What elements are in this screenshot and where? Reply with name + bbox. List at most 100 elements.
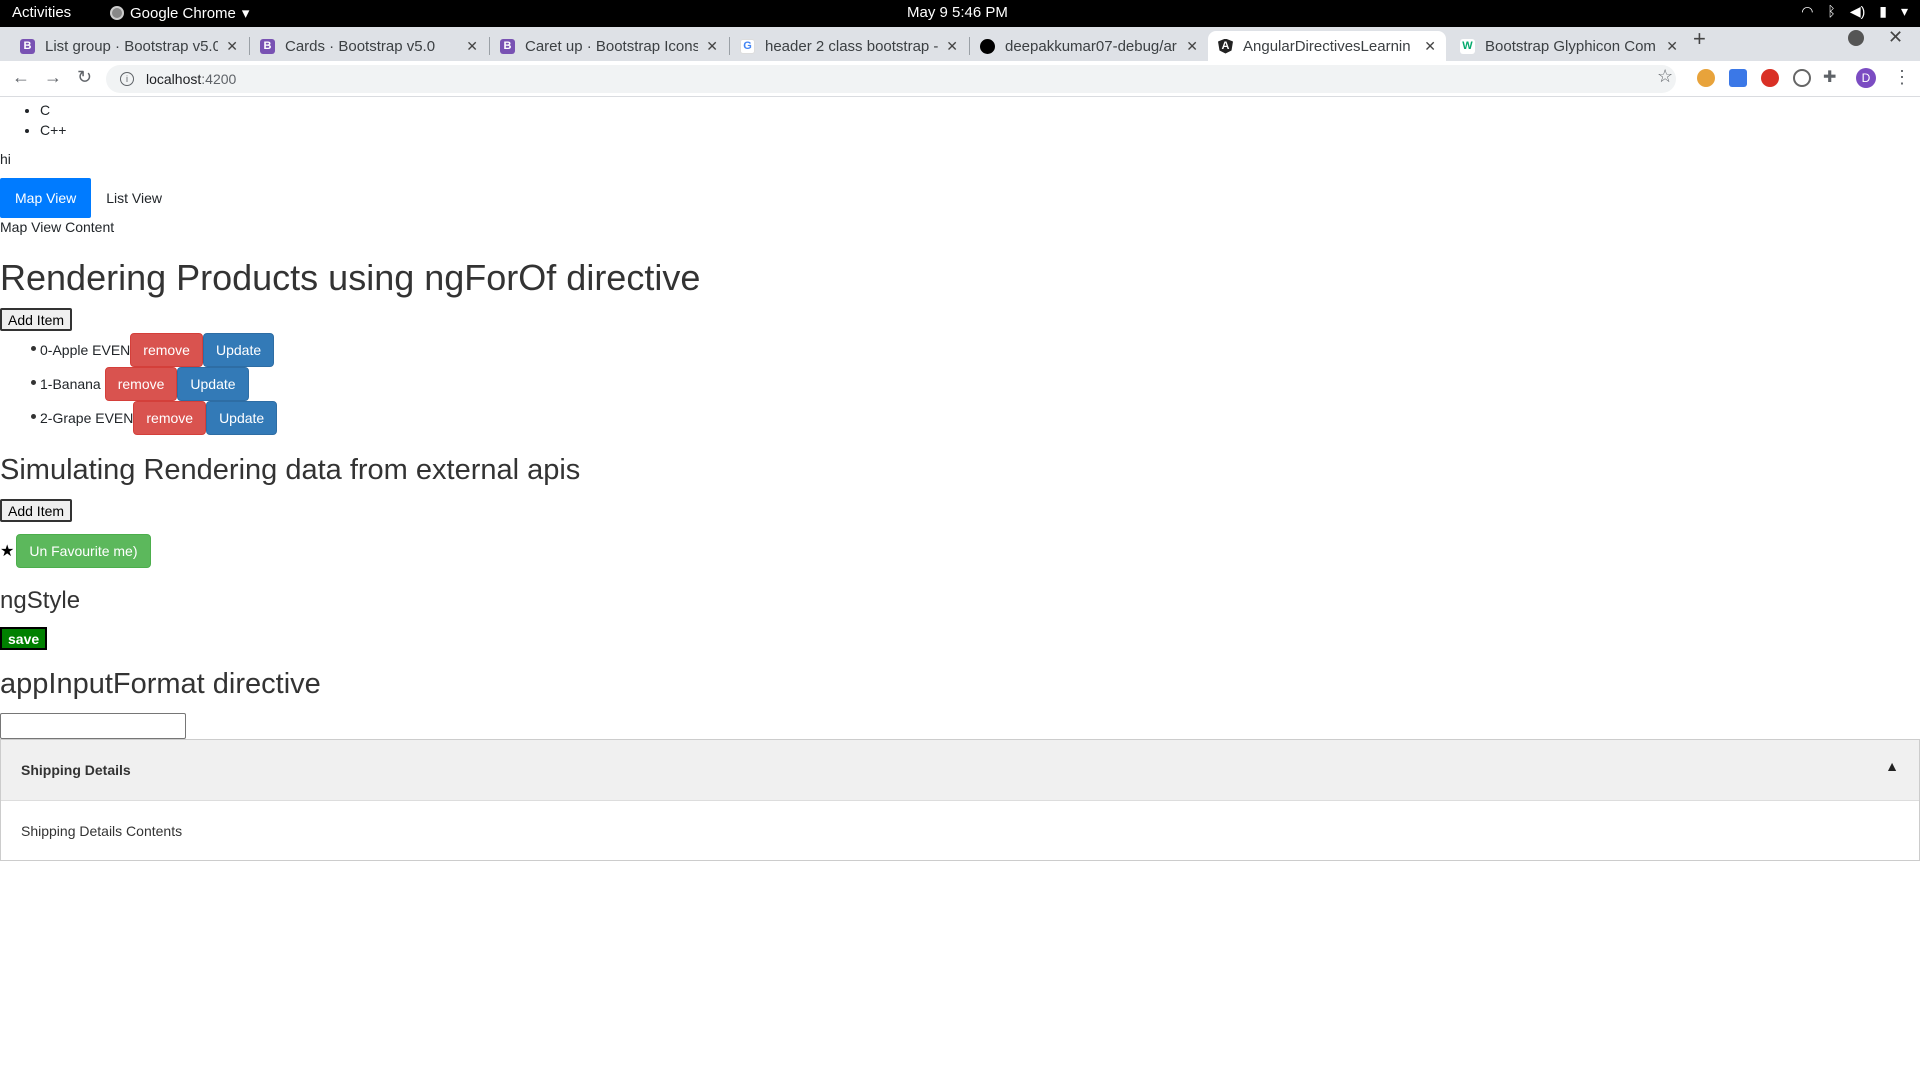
page-content: C C++ hi Map View List View Map View Con…	[0, 97, 1920, 1080]
system-menu-arrow-icon: ▾	[1900, 3, 1908, 19]
bullet	[31, 346, 36, 351]
app-menu-label: Google Chrome	[130, 4, 236, 22]
product-label: 2-Grape EVEN	[40, 410, 134, 426]
list-item: 2-Grape EVEN remove Update	[31, 401, 278, 435]
bootstrap-icon: B	[500, 38, 515, 54]
extension-icon[interactable]	[1729, 69, 1747, 87]
system-tray[interactable]: ◠ ᛒ ◀) ▮ ▾	[1801, 3, 1908, 20]
google-icon: G	[740, 38, 755, 54]
remove-button[interactable]: remove	[133, 401, 207, 435]
product-label: 0-Apple EVEN	[40, 342, 131, 358]
extension-icon[interactable]	[1793, 69, 1811, 87]
remove-button[interactable]: remove	[104, 367, 178, 401]
window-close-icon[interactable]: ✕	[1888, 27, 1903, 48]
accordion-body: Shipping Details Contents	[1, 801, 1919, 861]
dropdown-arrow-icon: ▾	[241, 5, 250, 22]
tab-title: deepakkumar07-debug/ar	[1005, 37, 1177, 55]
accordion-body-text: Shipping Details Contents	[21, 823, 183, 839]
update-button[interactable]: Update	[177, 367, 249, 401]
close-tab-icon[interactable]: ✕	[226, 38, 238, 55]
close-tab-icon[interactable]: ✕	[946, 38, 958, 55]
angular-icon: A	[1218, 38, 1233, 54]
close-tab-icon[interactable]: ✕	[706, 38, 718, 55]
close-tab-icon[interactable]: ✕	[1186, 38, 1198, 55]
wifi-icon: ◠	[1801, 3, 1814, 19]
map-view-content: Map View Content	[0, 219, 115, 235]
star-icon: ★	[0, 543, 15, 560]
browser-tab-active[interactable]: A AngularDirectivesLearnin ✕	[1208, 31, 1446, 61]
external-heading: Simulating Rendering data from external …	[0, 454, 581, 486]
tab-title: header 2 class bootstrap -	[765, 37, 939, 55]
format-input[interactable]	[0, 713, 186, 739]
activities-button[interactable]: Activities	[12, 4, 71, 21]
tab-title: Cards · Bootstrap v5.0	[285, 37, 436, 55]
bookmark-star-icon[interactable]: ☆	[1657, 66, 1673, 87]
tab-search-icon[interactable]	[1848, 30, 1864, 46]
bootstrap-icon: B	[20, 38, 35, 54]
unfavourite-button[interactable]: Un Favourite me)	[16, 534, 151, 568]
extension-icon[interactable]	[1697, 69, 1715, 87]
back-arrow-icon[interactable]: ←	[12, 67, 30, 88]
address-bar[interactable]: i localhost:4200	[106, 65, 1676, 93]
view-tabs: Map View List View	[0, 178, 177, 218]
list-item: C	[40, 100, 66, 120]
save-button[interactable]: save	[0, 627, 48, 650]
bootstrap-icon: B	[260, 38, 275, 54]
app-menu[interactable]: Google Chrome ▾	[110, 4, 249, 22]
browser-tab[interactable]: deepakkumar07-debug/ar ✕	[970, 31, 1208, 61]
new-tab-button[interactable]: +	[1693, 26, 1706, 52]
product-label: 1-Banana	[40, 376, 101, 392]
hi-text: hi	[0, 151, 11, 167]
close-tab-icon[interactable]: ✕	[1424, 38, 1436, 55]
browser-tab[interactable]: B Cards · Bootstrap v5.0 ✕	[250, 31, 488, 61]
language-list: C C++	[40, 100, 66, 140]
browser-toolbar: ← → ↻ i localhost:4200 ☆ ✚ D ⋮	[0, 61, 1920, 97]
browser-tab[interactable]: B List group · Bootstrap v5.0 ✕	[10, 31, 248, 61]
accordion-header[interactable]: Shipping Details ▲	[1, 740, 1919, 801]
products-heading: Rendering Products using ngForOf directi…	[0, 257, 701, 298]
reload-icon[interactable]: ↻	[77, 67, 92, 88]
input-format-heading: appInputFormat directive	[0, 668, 321, 700]
caret-up-icon[interactable]: ▲	[1885, 758, 1899, 774]
gnome-top-bar: Activities Google Chrome ▾ May 9 5:46 PM…	[0, 0, 1920, 27]
profile-avatar[interactable]: D	[1856, 68, 1876, 88]
close-tab-icon[interactable]: ✕	[466, 38, 478, 55]
volume-icon: ◀)	[1849, 3, 1866, 19]
tab-strip: B List group · Bootstrap v5.0 ✕ B Cards …	[0, 26, 1920, 61]
chrome-icon	[110, 6, 124, 20]
w3-icon: W	[1460, 38, 1475, 54]
forward-arrow-icon[interactable]: →	[44, 67, 62, 88]
accordion-title: Shipping Details	[21, 762, 131, 778]
menu-kebab-icon[interactable]: ⋮	[1893, 67, 1911, 88]
extension-icon[interactable]	[1761, 69, 1779, 87]
list-item: 0-Apple EVEN remove Update	[31, 333, 275, 367]
update-button[interactable]: Update	[202, 333, 275, 367]
bullet	[31, 380, 36, 385]
update-button[interactable]: Update	[206, 401, 278, 435]
bullet	[31, 414, 36, 419]
ngstyle-heading: ngStyle	[0, 587, 81, 614]
close-tab-icon[interactable]: ✕	[1666, 38, 1678, 55]
tab-title: Bootstrap Glyphicon Com	[1485, 37, 1656, 55]
url-host: localhost	[146, 71, 202, 87]
clock[interactable]: May 9 5:46 PM	[907, 4, 1008, 21]
browser-tab[interactable]: G header 2 class bootstrap - ✕	[730, 31, 968, 61]
tab-map-view[interactable]: Map View	[0, 178, 92, 218]
browser-tab[interactable]: B Caret up · Bootstrap Icons ✕	[490, 31, 728, 61]
remove-button[interactable]: remove	[130, 333, 203, 367]
list-item: 1-Banana remove Update	[31, 367, 249, 401]
bluetooth-icon: ᛒ	[1827, 3, 1836, 19]
tab-list-view[interactable]: List View	[91, 178, 177, 218]
tab-title: Caret up · Bootstrap Icons	[525, 37, 699, 55]
browser-tab[interactable]: W Bootstrap Glyphicon Com ✕	[1450, 31, 1688, 61]
favourite-row: ★ Un Favourite me)	[0, 534, 151, 568]
tab-title: AngularDirectivesLearnin	[1243, 37, 1411, 55]
github-icon	[980, 38, 995, 54]
site-info-icon[interactable]: i	[120, 72, 134, 86]
add-item-button[interactable]: Add Item	[0, 308, 73, 331]
shipping-accordion: Shipping Details ▲ Shipping Details Cont…	[0, 739, 1920, 861]
add-item-button-external[interactable]: Add Item	[0, 499, 73, 522]
puzzle-extensions-icon[interactable]: ✚	[1823, 67, 1841, 86]
list-item: C++	[40, 120, 66, 140]
battery-icon: ▮	[1879, 3, 1887, 19]
